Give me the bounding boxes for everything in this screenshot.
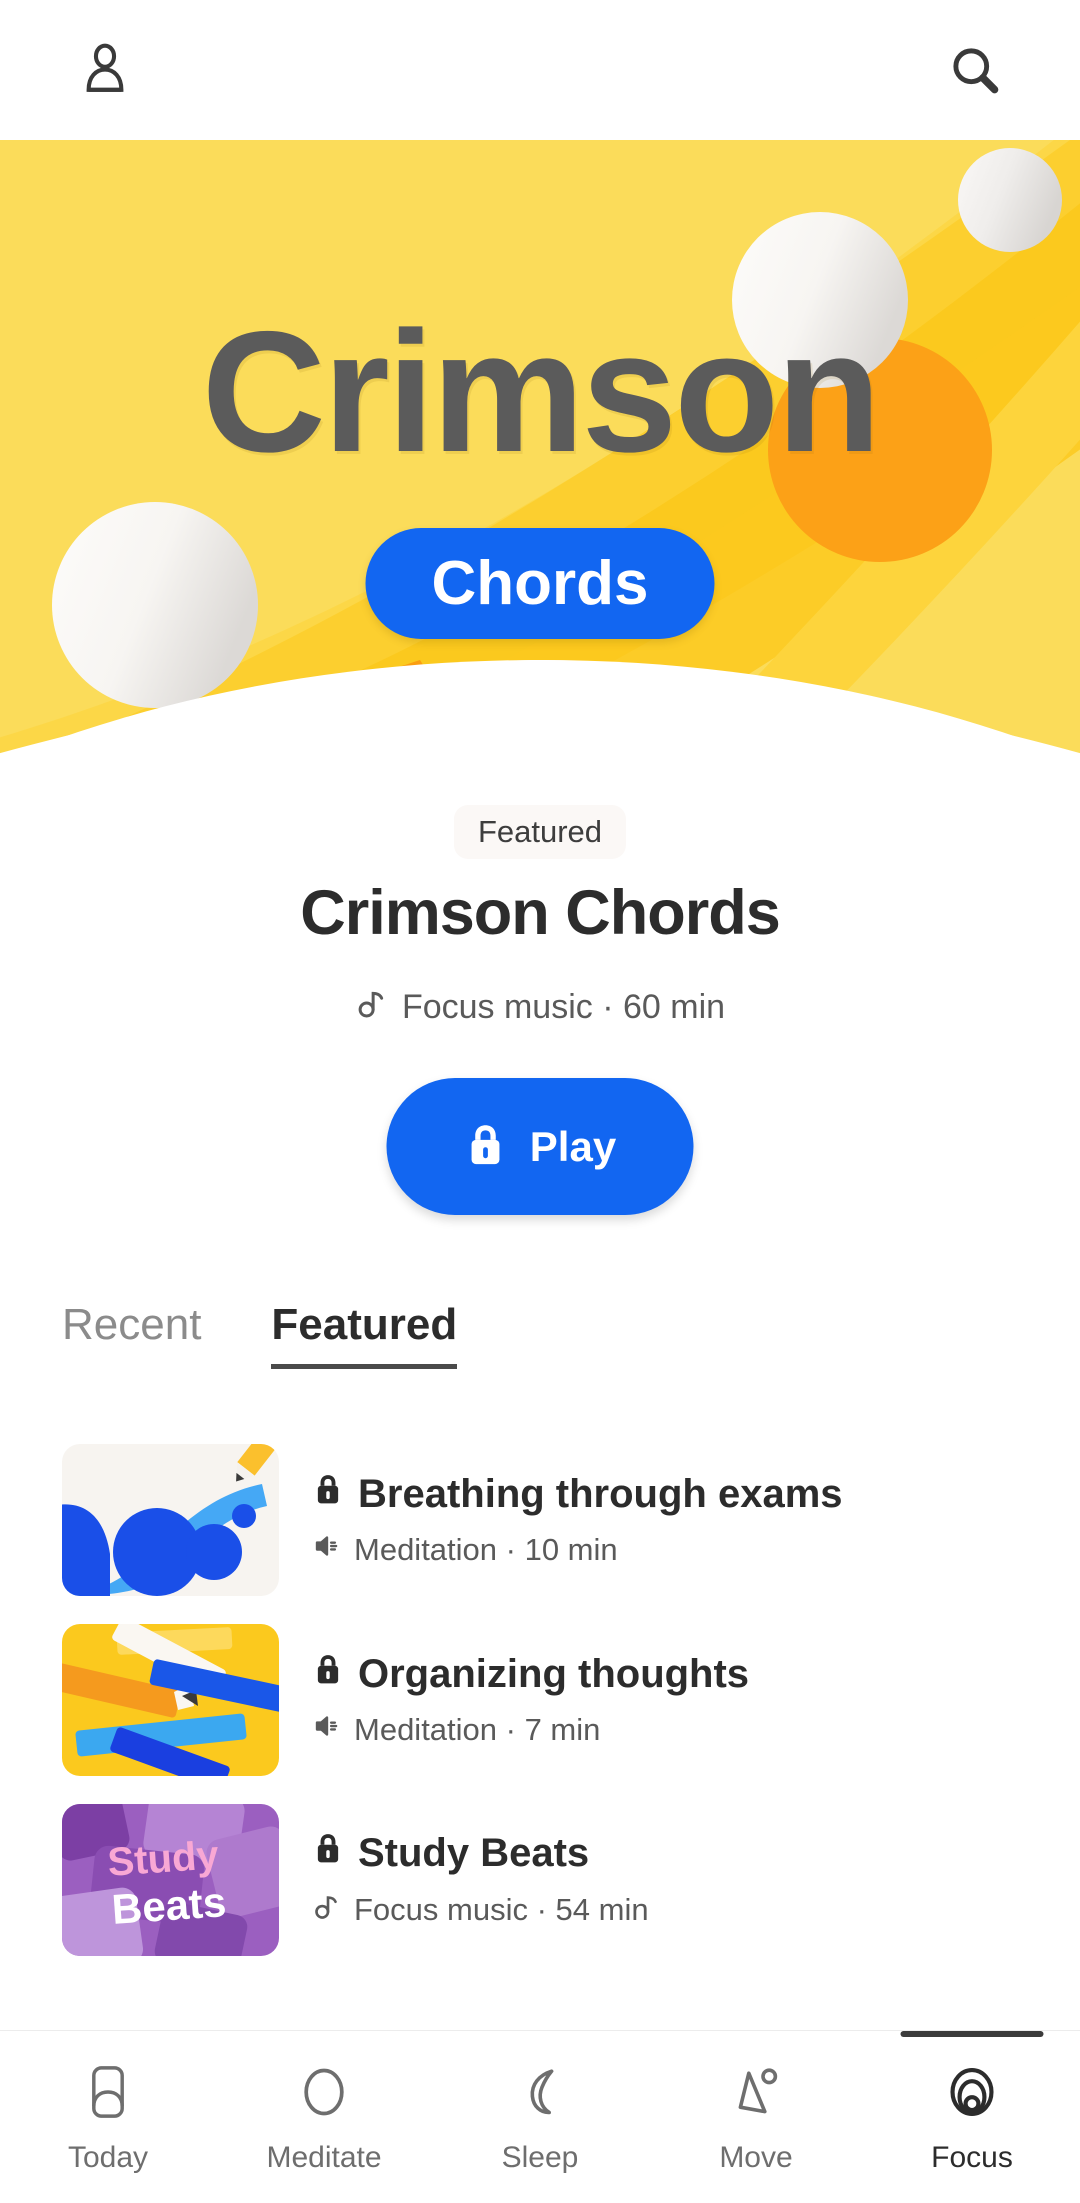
nav-label-today: Today — [67, 2141, 149, 2174]
speaker-icon — [312, 1531, 342, 1569]
play-button[interactable]: Play — [386, 1078, 694, 1215]
today-card-icon — [85, 2059, 131, 2125]
circle-icon — [299, 2059, 349, 2125]
search-icon[interactable] — [944, 39, 1006, 101]
list-item-title: Study Beats — [312, 1831, 649, 1876]
lock-icon — [464, 1121, 508, 1172]
nav-item-sleep[interactable]: Sleep — [432, 2031, 648, 2203]
thumbnail-organizing-thoughts — [62, 1624, 279, 1776]
thumbnail-breathing-through-exams — [62, 1444, 279, 1596]
mountain-icon — [730, 2059, 782, 2125]
nav-label-sleep: Sleep — [501, 2141, 579, 2174]
tab-featured[interactable]: Featured — [271, 1300, 458, 1369]
list-item-meta-text: Meditation · 10 min — [354, 1531, 618, 1567]
music-note-icon — [312, 1890, 342, 1930]
list-item[interactable]: Study Beats Study Beats Focus music · 54… — [62, 1790, 1022, 1970]
list-item-title: Breathing through exams — [312, 1472, 843, 1517]
tab-recent[interactable]: Recent — [62, 1300, 201, 1364]
person-icon[interactable] — [74, 39, 136, 101]
list-item[interactable]: Breathing through exams Meditation · 10 … — [62, 1430, 1022, 1610]
list-item-title-text: Study Beats — [358, 1830, 590, 1875]
featured-chip: Featured — [453, 805, 627, 859]
app-screen: Crimson Chords Featured Crimson Chords F… — [0, 0, 1080, 2203]
nav-item-focus[interactable]: Focus — [864, 2031, 1080, 2203]
content-list: Breathing through exams Meditation · 10 … — [62, 1430, 1022, 1970]
hero-badge: Chords — [365, 528, 715, 639]
lock-icon — [312, 1472, 344, 1517]
detail-meta-text: Focus music · 60 min — [401, 988, 726, 1026]
list-item-body: Study Beats Focus music · 54 min — [312, 1831, 649, 1930]
hero-banner: Crimson Chords — [0, 140, 1080, 800]
nav-label-focus: Focus — [931, 2141, 1013, 2174]
page-title: Crimson Chords — [300, 878, 781, 948]
list-item-body: Organizing thoughts Meditation · 7 min — [312, 1652, 749, 1749]
nav-label-move: Move — [719, 2141, 793, 2174]
thumbnail-study-beats: Study Beats — [62, 1804, 279, 1956]
list-item-meta: Meditation · 10 min — [312, 1531, 843, 1569]
detail-meta: Focus music · 60 min — [0, 985, 1080, 1030]
list-item-body: Breathing through exams Meditation · 10 … — [312, 1472, 843, 1569]
nav-item-meditate[interactable]: Meditate — [216, 2031, 432, 2203]
play-button-label: Play — [529, 1122, 617, 1170]
bottom-navigation: Today Meditate Sleep Move Focus — [0, 2030, 1080, 2203]
list-item-title-text: Breathing through exams — [358, 1471, 843, 1516]
top-bar — [0, 0, 1080, 140]
svg-text:Study: Study — [106, 1833, 221, 1885]
list-item-title-text: Organizing thoughts — [358, 1651, 750, 1696]
nav-item-today[interactable]: Today — [0, 2031, 216, 2203]
lock-icon — [312, 1831, 344, 1876]
list-item-title: Organizing thoughts — [312, 1652, 749, 1697]
moon-icon — [516, 2059, 564, 2125]
music-note-icon — [355, 985, 389, 1030]
hero-title: Crimson — [201, 296, 882, 488]
list-item-meta: Focus music · 54 min — [312, 1890, 649, 1930]
list-item-meta-text: Focus music · 54 min — [354, 1891, 649, 1927]
lock-icon — [312, 1652, 344, 1697]
speaker-icon — [312, 1711, 342, 1749]
svg-text:Beats: Beats — [110, 1878, 227, 1933]
list-item-meta-text: Meditation · 7 min — [354, 1711, 601, 1747]
nav-label-meditate: Meditate — [266, 2141, 382, 2174]
list-item-meta: Meditation · 7 min — [312, 1711, 749, 1749]
content-tabs: Recent Featured — [62, 1300, 458, 1369]
concentric-rings-icon — [945, 2059, 999, 2125]
nav-item-move[interactable]: Move — [648, 2031, 864, 2203]
list-item[interactable]: Organizing thoughts Meditation · 7 min — [62, 1610, 1022, 1790]
